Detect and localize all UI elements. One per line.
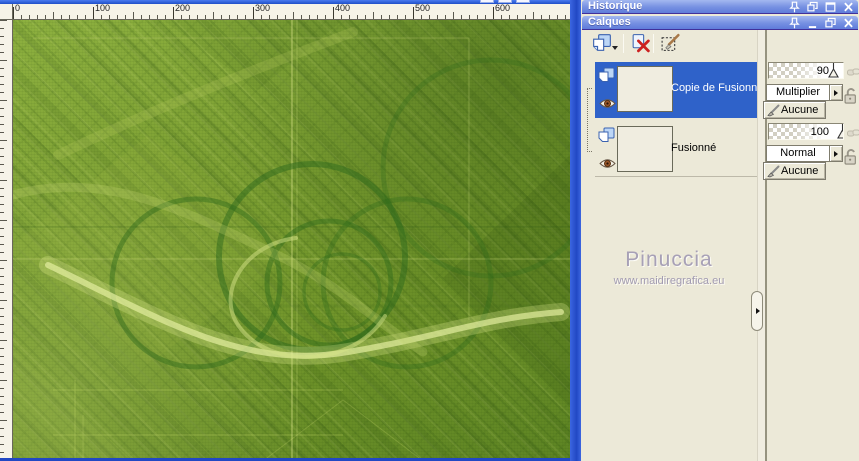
arrow-right-icon (834, 90, 838, 96)
brush-icon (767, 104, 780, 117)
opacity-slider-handle[interactable] (837, 124, 844, 140)
ruler-tick-label: 500 (415, 3, 431, 13)
toolbar-separator (623, 34, 624, 53)
layer-controls-fusionne: 100 Normal Aucune (763, 123, 859, 185)
ruler-major-tick (173, 7, 174, 19)
opacity-slider-handle[interactable] (828, 63, 839, 79)
ruler-tick-label: 0 (15, 3, 21, 13)
blend-mode-arrow-button[interactable] (830, 145, 843, 162)
new-layer-icon (593, 34, 611, 51)
link-layers-icon[interactable] (847, 125, 859, 143)
ruler-tick-label: 200 (175, 3, 191, 13)
blend-mode-select[interactable]: Multiplier (766, 84, 830, 101)
mask-label: Aucune (781, 165, 819, 177)
layers-toolbar (582, 32, 758, 56)
palette-resize-handle[interactable] (587, 88, 592, 152)
layer-row-copie-de-fusionne[interactable]: Copie de Fusionné (595, 62, 763, 118)
opacity-slider[interactable]: 100 (768, 123, 844, 140)
ruler-tick-label: 400 (335, 3, 351, 13)
mask-label: Aucune (781, 104, 819, 116)
layer-type-icon (598, 127, 615, 148)
ruler-major-tick (13, 7, 14, 19)
layer-thumbnail[interactable] (617, 126, 673, 172)
ruler-major-tick (253, 7, 254, 19)
ruler-tick-label: 600 (495, 3, 511, 13)
edit-selection-button[interactable] (658, 33, 682, 55)
canvas-artwork (13, 20, 570, 461)
mask-button[interactable]: Aucune (763, 101, 826, 119)
brush-icon (767, 165, 780, 178)
watermark-name: Pinuccia (625, 248, 713, 271)
calques-title: Calques (588, 16, 631, 28)
ruler-tick-label: 300 (255, 3, 271, 13)
blend-mode-value: Multiplier (775, 86, 820, 98)
close-button[interactable] (516, 0, 530, 3)
visibility-eye-icon[interactable] (599, 96, 616, 114)
layer-row-fusionne[interactable]: Fusionné (595, 122, 757, 176)
minimize-button[interactable] (480, 0, 494, 3)
horizontal-ruler: 0 100 200 300 400 500 600 (13, 4, 570, 20)
canvas-image[interactable] (13, 20, 570, 461)
opacity-value: 100 (810, 126, 829, 138)
layer-controls-copie-de-fusionne: 90 Multiplier Aucune (763, 62, 859, 124)
ruler-corner (0, 4, 13, 20)
layer-thumbnail[interactable] (617, 66, 673, 112)
layer-list-divider (595, 176, 757, 177)
arrow-right-icon (834, 151, 838, 157)
blend-mode-select[interactable]: Normal (766, 145, 830, 162)
opacity-slider[interactable]: 90 (768, 62, 844, 79)
edit-selection-icon (661, 33, 680, 51)
splitter-handle[interactable] (751, 291, 763, 331)
splitter-strip (757, 30, 765, 461)
delete-layer-button[interactable] (628, 33, 652, 55)
toolbar-separator (653, 34, 654, 53)
blend-mode-arrow-button[interactable] (830, 84, 843, 101)
splitter-arrow-icon (756, 308, 760, 314)
historique-title: Historique (588, 0, 643, 12)
layer-controls-column: 90 Multiplier Aucune 100 Normal Aucune (763, 0, 859, 461)
layer-type-icon (598, 67, 615, 88)
lock-icon[interactable] (844, 147, 858, 171)
chevron-down-icon (612, 46, 618, 51)
link-layers-icon[interactable] (847, 64, 859, 82)
vertical-ruler (0, 20, 13, 461)
app-root: 0 100 200 300 400 500 600 Historique Cal… (0, 0, 859, 461)
layer-name: Copie de Fusionné (671, 82, 764, 94)
mask-button[interactable]: Aucune (763, 162, 826, 180)
layer-name: Fusionné (671, 142, 717, 154)
ruler-major-tick (93, 7, 94, 19)
watermark: Pinuccia www.maidiregrafica.eu (581, 248, 757, 287)
ruler-tick-label: 100 (95, 3, 111, 13)
visibility-eye-icon[interactable] (599, 156, 616, 174)
ruler-major-tick (333, 7, 334, 19)
ruler-major-tick (493, 7, 494, 19)
watermark-url: www.maidiregrafica.eu (613, 275, 725, 287)
new-layer-button[interactable] (589, 33, 621, 55)
ruler-major-tick (413, 7, 414, 19)
delete-layer-icon (632, 34, 650, 53)
canvas-window-right-border (570, 0, 581, 461)
blend-mode-value: Normal (780, 147, 816, 159)
lock-icon[interactable] (844, 86, 858, 110)
